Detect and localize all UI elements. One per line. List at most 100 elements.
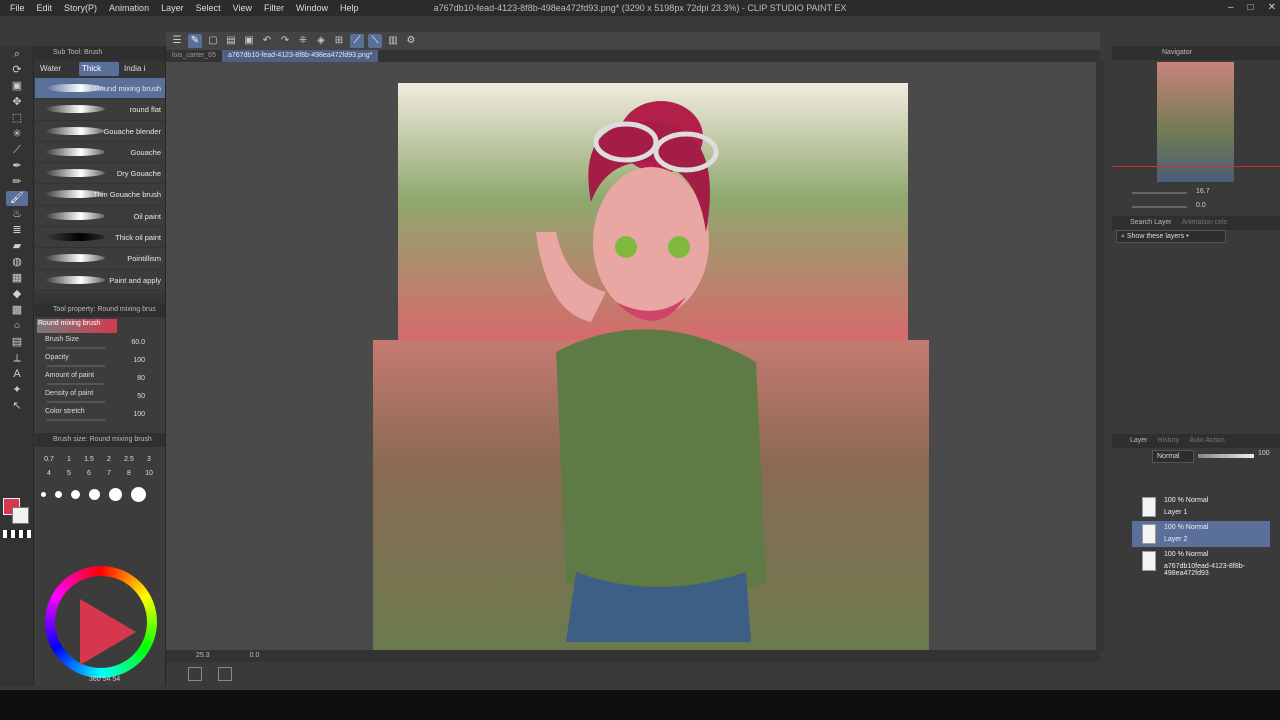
maximize-icon[interactable]: □ [1248, 0, 1254, 16]
transparent-color-swatch[interactable] [3, 530, 31, 538]
layer-row[interactable]: 100 % Normal a767db10fead-4123-8f8b-498ea… [1132, 548, 1270, 577]
brush-item[interactable]: Round mixing brush [35, 78, 165, 100]
layer-panel-tab[interactable]: Auto Action [1189, 437, 1224, 444]
property-row[interactable]: Brush Size 60.0 [35, 335, 165, 353]
layer-panel-tab[interactable]: History [1158, 437, 1180, 444]
layer-row[interactable]: 100 % Normal Layer 1 [1132, 494, 1270, 520]
text-icon[interactable]: A [6, 367, 28, 382]
menu-item[interactable]: File [4, 0, 31, 16]
canvas-vertical-scrollbar[interactable] [1096, 62, 1104, 650]
zoom-readout[interactable]: 25.3 [196, 650, 210, 662]
rotate-icon[interactable]: ⟳ [6, 63, 28, 78]
save-icon[interactable]: ▣ [242, 34, 256, 48]
brush-item[interactable]: Paint and apply [35, 270, 165, 291]
menu-item[interactable]: Layer [155, 0, 190, 16]
snap-grid-icon[interactable]: ⟍ [368, 34, 382, 48]
sub-color-swatch[interactable] [12, 507, 29, 524]
menu-item[interactable]: Select [190, 0, 227, 16]
property-slider[interactable] [47, 400, 105, 403]
gradient-icon[interactable]: ▩ [6, 303, 28, 318]
fill-tool-icon[interactable]: ▦ [6, 271, 28, 286]
brush-size-preset[interactable]: 3 [139, 453, 159, 467]
layers-icon[interactable]: ▥ [386, 34, 400, 48]
move-icon[interactable]: ✥ [6, 95, 28, 110]
sub-tool-tab[interactable]: India i [121, 62, 161, 76]
layer-opacity-slider[interactable] [1198, 454, 1254, 458]
brush-size-preset[interactable]: 1.5 [79, 453, 99, 467]
selection-icon[interactable]: ⬚ [6, 111, 28, 126]
tab-search-layer[interactable]: Search Layer [1130, 219, 1172, 226]
document-tab[interactable]: a767db10-fead-4123-8f8b-498ea472fd93.png… [221, 50, 379, 62]
brush-item[interactable]: Thin Gouache brush [35, 184, 165, 206]
frame-icon[interactable]: ▤ [6, 335, 28, 350]
navigator-rotate[interactable]: 0.0 [1196, 202, 1206, 209]
property-slider[interactable] [47, 382, 105, 385]
brush-item[interactable]: round flat [35, 99, 165, 121]
blend-mode-select[interactable]: Normal [1152, 450, 1194, 463]
pen-mode-icon[interactable]: ✎ [188, 34, 202, 48]
ruler-icon[interactable]: ⟂ [6, 351, 28, 366]
eraser-icon[interactable]: ▰ [6, 239, 28, 254]
property-row[interactable]: Opacity 100 [35, 353, 165, 371]
brush-size-preset[interactable]: 10 [139, 467, 159, 481]
redo-icon[interactable]: ↷ [278, 34, 292, 48]
figure-icon[interactable]: ○ [6, 319, 28, 334]
brush-size-preset[interactable]: 8 [119, 467, 139, 481]
brush-size-preset[interactable]: 2.5 [119, 453, 139, 467]
canvas-area[interactable] [166, 62, 1100, 650]
navigator-rotate-slider[interactable] [1132, 206, 1187, 208]
navigator-zoom[interactable]: 16.7 [1196, 188, 1210, 195]
menu-item[interactable]: Help [334, 0, 365, 16]
document-tab[interactable]: lois_carter_65 [166, 50, 222, 62]
property-row[interactable]: Color stretch 100 [35, 407, 165, 425]
fill-icon[interactable]: ◈ [314, 34, 328, 48]
correct-line-icon[interactable]: ↖ [6, 399, 28, 414]
navigator-zoom-slider[interactable] [1132, 192, 1187, 194]
brush-item[interactable]: Gouache blender [35, 121, 165, 142]
property-value[interactable]: 50 [137, 393, 145, 400]
settings-icon[interactable]: ⚙ [404, 34, 418, 48]
property-slider[interactable] [47, 418, 105, 421]
layer-opacity-value[interactable]: 100 [1258, 450, 1270, 457]
menu-item[interactable]: Window [290, 0, 334, 16]
sub-tool-tab[interactable]: Water [37, 62, 77, 76]
property-value[interactable]: 60.0 [131, 339, 145, 346]
magic-wand-icon[interactable]: ✳ [6, 127, 28, 142]
color-wheel[interactable] [45, 566, 157, 678]
layer-move-icon[interactable]: ▣ [6, 79, 28, 94]
brush-size-preset[interactable]: 2 [99, 453, 119, 467]
layout-icon[interactable] [218, 667, 232, 681]
layer-panel-tab[interactable]: Layer [1130, 437, 1148, 444]
deselect-icon[interactable]: ⁜ [296, 34, 310, 48]
brush-size-preset[interactable]: 0.7 [39, 453, 59, 467]
open-icon[interactable]: ▤ [224, 34, 238, 48]
pencil-icon[interactable]: ✏ [6, 175, 28, 190]
property-value[interactable]: 100 [133, 357, 145, 364]
blend-icon[interactable]: ◍ [6, 255, 28, 270]
menu-item[interactable]: View [227, 0, 258, 16]
menu-item[interactable]: Animation [103, 0, 155, 16]
menu-item[interactable]: Edit [31, 0, 59, 16]
menu-item[interactable]: Filter [258, 0, 290, 16]
brush-item[interactable]: Oil paint [35, 206, 165, 228]
brush-icon[interactable]: 🖌 [6, 191, 28, 206]
brush-size-preset[interactable]: 4 [39, 467, 59, 481]
menu-item[interactable]: Story(P) [58, 0, 103, 16]
tab-animation-cels[interactable]: Animation cels [1182, 219, 1228, 226]
airbrush-icon[interactable]: ♨ [6, 207, 28, 222]
angle-readout[interactable]: 0.0 [250, 650, 260, 662]
minimize-icon[interactable]: – [1228, 0, 1234, 16]
brush-size-preset[interactable]: 1 [59, 453, 79, 467]
property-row[interactable]: Density of paint 50 [35, 389, 165, 407]
property-value[interactable]: 80 [137, 375, 145, 382]
property-slider[interactable] [47, 346, 105, 349]
transform-icon[interactable]: ⊞ [332, 34, 346, 48]
navigator-thumbnail[interactable] [1157, 62, 1234, 182]
property-row[interactable]: Amount of paint 80 [35, 371, 165, 389]
brush-size-preset[interactable]: 7 [99, 467, 119, 481]
undo-icon[interactable]: ↶ [260, 34, 274, 48]
show-layers-dropdown[interactable]: ⌕ Show these layers ▾ [1116, 230, 1226, 243]
brush-item[interactable]: Thick oil paint [35, 227, 165, 249]
new-icon[interactable]: ▢ [206, 34, 220, 48]
eyedropper-icon[interactable]: ⟋ [6, 143, 28, 158]
